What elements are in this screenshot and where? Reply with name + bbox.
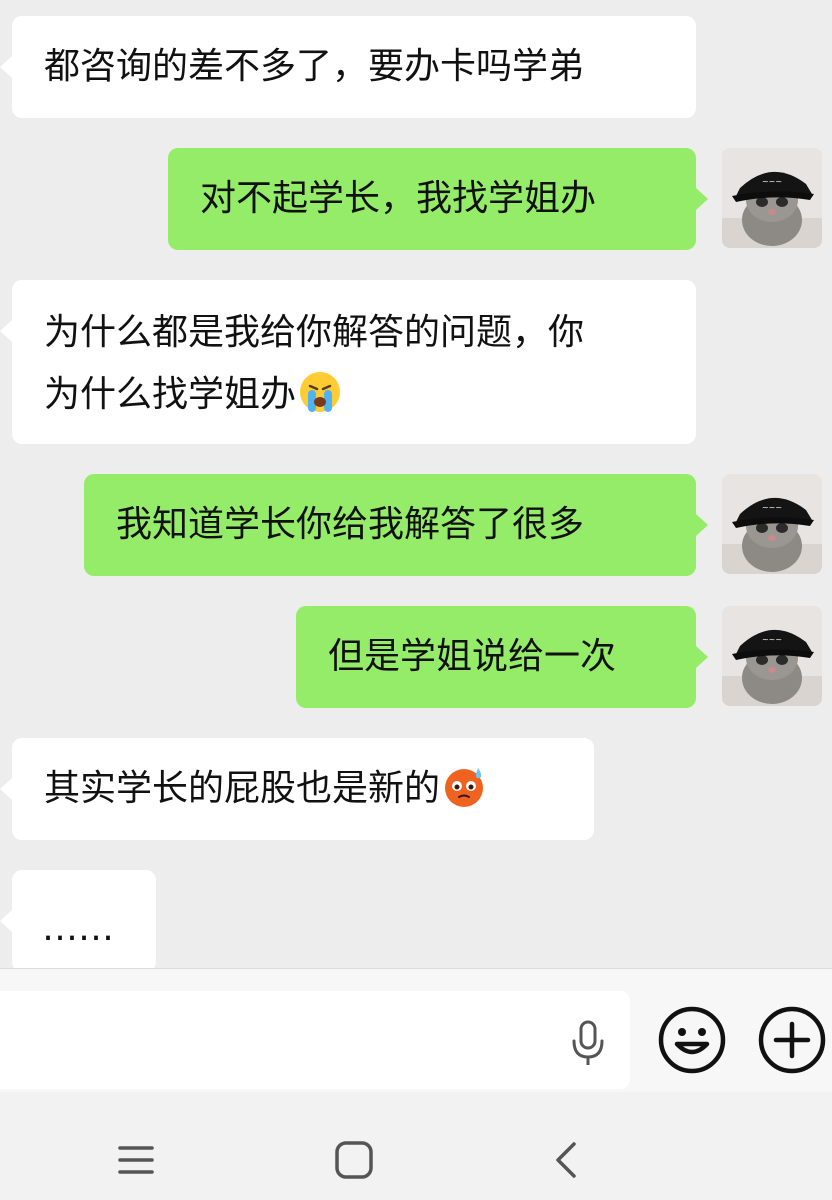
back-chevron-icon[interactable] xyxy=(544,1136,592,1184)
message-bubble-incoming[interactable]: …… xyxy=(0,870,156,968)
message-text: 但是学姐说给一次 xyxy=(328,636,617,677)
microphone-icon[interactable] xyxy=(566,1019,610,1067)
message-text: 对不起学长，我找学姐办 xyxy=(200,178,597,219)
message-text: 为什么找学姐办 xyxy=(44,374,297,415)
chat-screen: 都咨询的差不多了，要办卡吗学弟 对不起学长，我找学姐办 ~~~ 为什么都是我给你… xyxy=(0,0,832,1200)
loudly-crying-emoji-icon xyxy=(300,372,341,412)
message-text: 为什么都是我给你解答的问题，你 xyxy=(44,312,585,353)
svg-text:~~~: ~~~ xyxy=(762,503,782,512)
message-bubble-outgoing[interactable]: 我知道学长你给我解答了很多 xyxy=(84,474,708,576)
message-list[interactable]: 都咨询的差不多了，要办卡吗学弟 对不起学长，我找学姐办 ~~~ 为什么都是我给你… xyxy=(0,0,832,968)
svg-text:~~~: ~~~ xyxy=(762,177,782,186)
message-text-line-2: 为什么找学姐办 xyxy=(44,364,664,426)
svg-text:~~~: ~~~ xyxy=(762,635,782,644)
kitten-avatar-icon: ~~~ xyxy=(722,148,822,248)
smiley-icon[interactable] xyxy=(656,1004,728,1076)
avatar[interactable]: ~~~ xyxy=(722,474,822,574)
plus-icon[interactable] xyxy=(756,1004,828,1076)
flushed-sweat-emoji-icon xyxy=(445,768,484,807)
avatar[interactable]: ~~~ xyxy=(722,148,822,248)
kitten-avatar-icon: ~~~ xyxy=(722,606,822,706)
message-text-line: 其实学长的屁股也是新的 xyxy=(44,758,562,820)
menu-icon[interactable] xyxy=(112,1136,160,1184)
message-text: 都咨询的差不多了，要办卡吗学弟 xyxy=(44,46,585,87)
message-bubble-outgoing[interactable]: 对不起学长，我找学姐办 xyxy=(168,148,708,250)
system-navigation-bar xyxy=(0,1092,832,1200)
message-bubble-incoming[interactable]: 其实学长的屁股也是新的 xyxy=(0,738,594,840)
kitten-avatar-icon: ~~~ xyxy=(722,474,822,574)
message-input[interactable] xyxy=(0,991,630,1089)
message-bubble-outgoing[interactable]: 但是学姐说给一次 xyxy=(296,606,708,708)
message-bubble-incoming[interactable]: 为什么都是我给你解答的问题，你 为什么找学姐办 xyxy=(0,280,696,444)
message-bubble-incoming[interactable]: 都咨询的差不多了，要办卡吗学弟 xyxy=(0,16,696,118)
message-text: 其实学长的屁股也是新的 xyxy=(44,768,441,809)
message-text: …… xyxy=(42,908,114,949)
message-text: 我知道学长你给我解答了很多 xyxy=(116,504,585,545)
square-home-icon[interactable] xyxy=(330,1136,378,1184)
avatar[interactable]: ~~~ xyxy=(722,606,822,706)
